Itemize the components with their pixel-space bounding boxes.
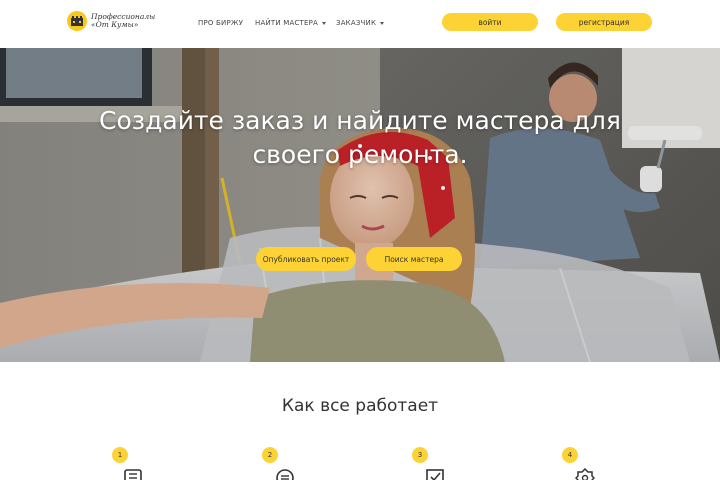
step-number-3: 3 bbox=[412, 447, 428, 463]
nav-item-label: ЗАКАЗЧИК bbox=[336, 19, 377, 27]
chevron-down-icon bbox=[380, 21, 385, 25]
list-icon bbox=[276, 469, 294, 480]
step-number-1: 1 bbox=[112, 447, 128, 463]
nav-item-about[interactable]: ПРО БИРЖУ bbox=[198, 19, 243, 27]
logo-text: Профессионалы «От Кумы» bbox=[91, 13, 155, 29]
register-button[interactable]: регистрация bbox=[556, 13, 652, 31]
nav-item-customer[interactable]: ЗАКАЗЧИК bbox=[336, 19, 385, 27]
hero-photo bbox=[0, 48, 720, 362]
login-button[interactable]: войти bbox=[442, 13, 538, 31]
badge-icon bbox=[575, 468, 595, 480]
nav-item-label: ПРО БИРЖУ bbox=[198, 19, 244, 27]
step-number-4: 4 bbox=[562, 447, 578, 463]
hero-banner: Создайте заказ и найдите мастера для сво… bbox=[0, 48, 720, 362]
document-icon bbox=[124, 469, 142, 480]
site-header: Профессионалы «От Кумы» ПРО БИРЖУ НАЙТИ … bbox=[0, 0, 720, 48]
publish-project-button[interactable]: Опубликовать проект bbox=[256, 247, 356, 271]
nav-item-label: НАЙТИ МАСТЕРА bbox=[255, 19, 319, 27]
nav-item-find-master[interactable]: НАЙТИ МАСТЕРА bbox=[255, 19, 327, 27]
find-master-button[interactable]: Поиск мастера bbox=[366, 247, 462, 271]
how-it-works-title: Как все работает bbox=[281, 396, 439, 416]
check-icon bbox=[426, 469, 444, 480]
logo-line-2: «От Кумы» bbox=[91, 20, 139, 29]
chevron-down-icon bbox=[322, 21, 327, 25]
logo-icon bbox=[67, 11, 87, 31]
hero-title: Создайте заказ и найдите мастера для сво… bbox=[99, 106, 621, 169]
step-number-2: 2 bbox=[262, 447, 278, 463]
logo[interactable]: Профессионалы «От Кумы» bbox=[67, 11, 155, 31]
